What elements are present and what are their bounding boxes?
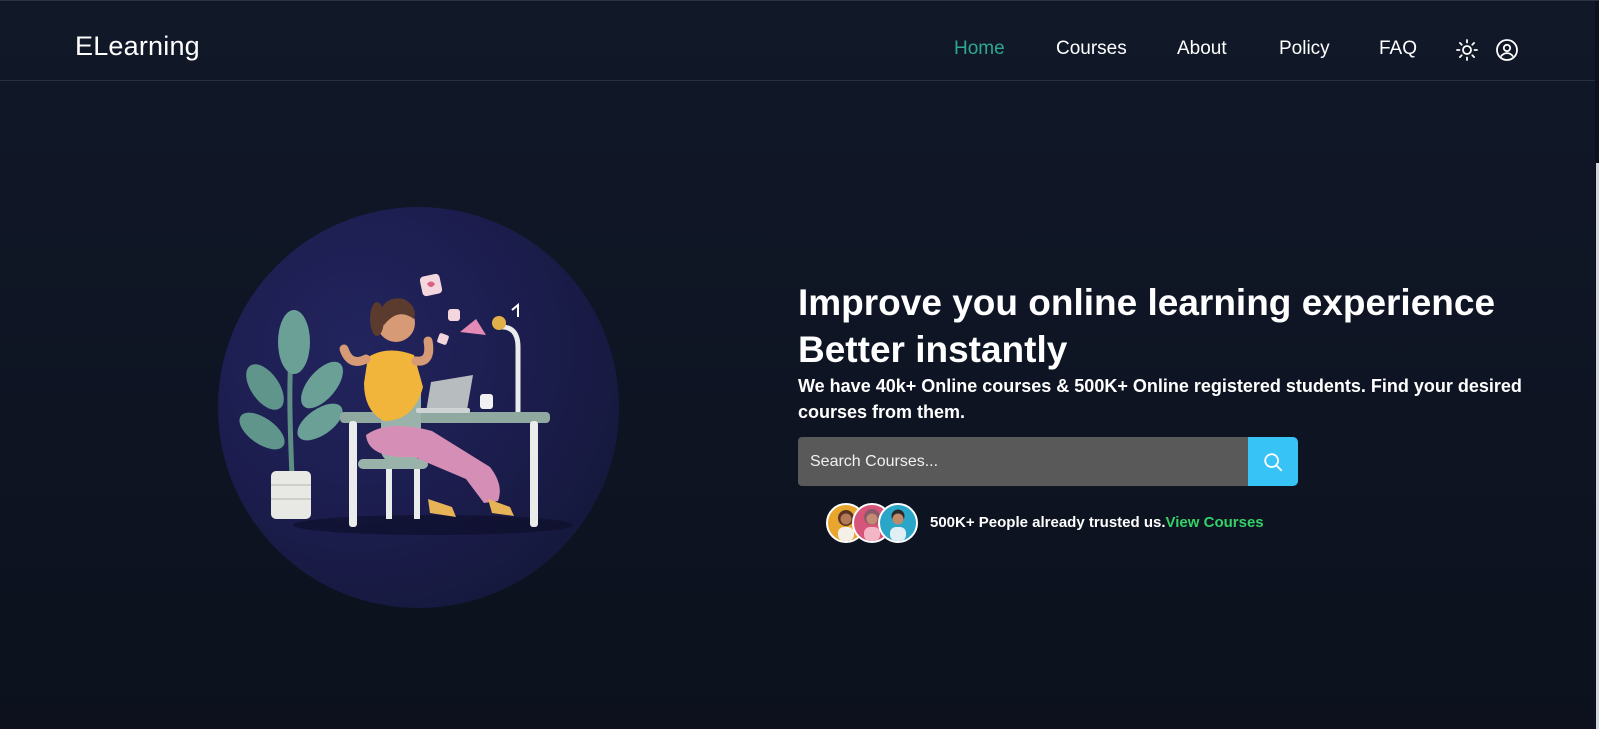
nav-home[interactable]: Home [954,38,1005,60]
nav-courses[interactable]: Courses [1056,38,1127,60]
course-search [798,437,1298,486]
nav-faq[interactable]: FAQ [1379,38,1417,60]
hero-headline-line1: Improve you online learning experience [798,282,1496,323]
sun-icon[interactable] [1455,38,1479,62]
search-button[interactable] [1248,437,1298,486]
nav-about[interactable]: About [1177,38,1227,60]
main-nav: Home Courses About Policy FAQ [0,38,1599,62]
avatar-3 [878,503,918,543]
user-icon[interactable] [1495,38,1519,62]
search-icon [1264,452,1283,471]
hero-headline: Improve you online learning experience B… [798,279,1558,373]
hero-headline-line2: Better instantly [798,329,1068,370]
trust-text: 500K+ People already trusted us.View Cou… [930,514,1264,531]
search-input[interactable] [798,437,1249,486]
top-header: ELearning Home Courses About Policy FAQ [0,1,1599,81]
hero-illustration [239,273,573,535]
trust-row: 500K+ People already trusted us.View Cou… [826,503,1286,543]
view-courses-link[interactable]: View Courses [1166,514,1264,531]
hero-subtext: We have 40k+ Online courses & 500K+ Onli… [798,376,1522,422]
trust-message: 500K+ People already trusted us. [930,514,1166,531]
nav-policy[interactable]: Policy [1279,38,1330,60]
page: ELearning Home Courses About Policy FAQ [0,0,1599,729]
